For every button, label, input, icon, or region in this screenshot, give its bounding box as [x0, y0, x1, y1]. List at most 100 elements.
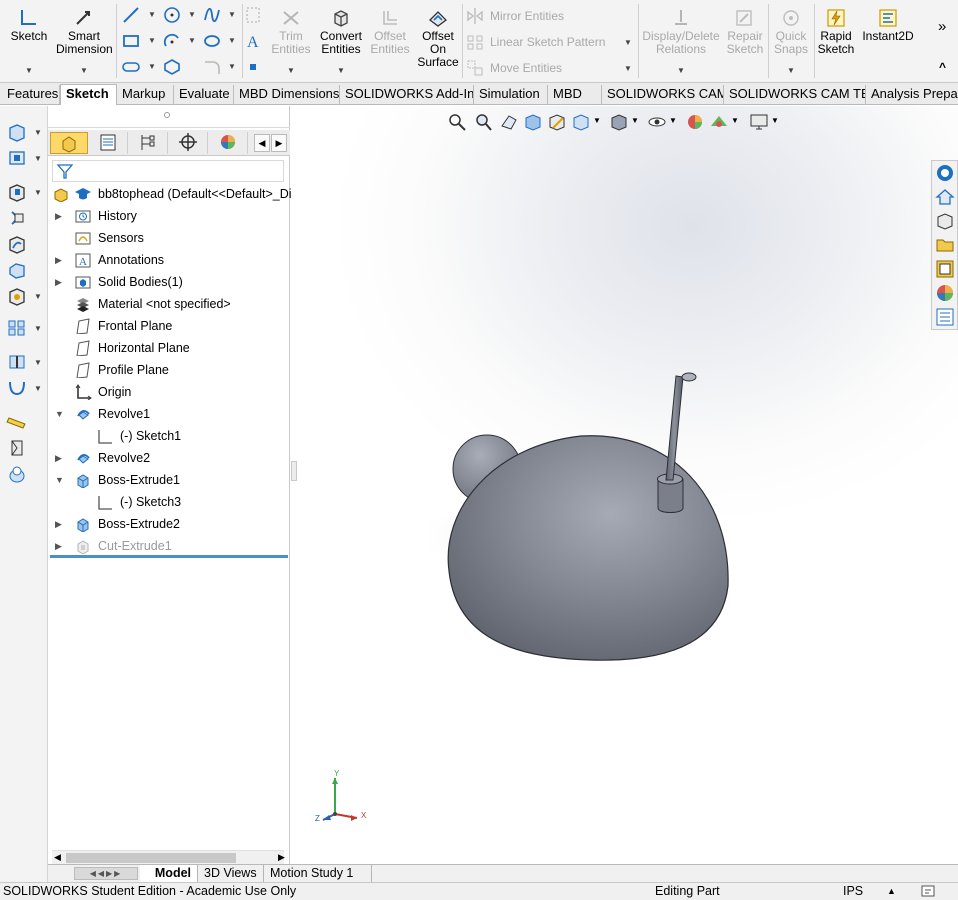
reference-geometry-icon[interactable] — [6, 438, 28, 458]
scrollbar-thumb[interactable] — [66, 853, 236, 863]
circle-icon[interactable] — [163, 6, 181, 24]
tab-navigation-arrows[interactable]: ◀◀▶▶ — [74, 867, 138, 880]
panel-collapse-handle[interactable] — [291, 461, 297, 481]
wrap-curve-icon[interactable] — [6, 378, 28, 398]
expand-arrow-icon[interactable]: ▶ — [55, 447, 62, 469]
curves-dropdown-icon[interactable]: ▼ — [34, 384, 42, 393]
trim-dropdown-icon[interactable]: ▼ — [287, 66, 295, 75]
rectangle-icon[interactable] — [122, 32, 140, 50]
display-manager-tab[interactable] — [210, 132, 248, 154]
solidworks-resources-icon[interactable] — [935, 163, 955, 183]
rapid-sketch-button[interactable]: Rapid Sketch — [816, 8, 856, 56]
scroll-right-arrow-icon[interactable]: ▶ — [278, 852, 285, 863]
tree-item-frontal-plane[interactable]: Frontal Plane — [48, 315, 290, 337]
tree-item-boss-extrude2[interactable]: ▶ Boss-Extrude2 — [48, 513, 290, 535]
home-icon[interactable] — [935, 187, 955, 207]
fillet-feature-icon[interactable] — [6, 286, 28, 306]
tree-item-sensors[interactable]: Sensors — [48, 227, 290, 249]
collapse-arrow-icon[interactable]: ▼ — [55, 469, 64, 491]
slot-icon[interactable] — [122, 58, 140, 76]
tree-item-profile-plane[interactable]: Profile Plane — [48, 359, 290, 381]
collapse-arrow-icon[interactable]: ▼ — [55, 403, 64, 425]
unit-system-arrow-icon[interactable]: ▲ — [887, 883, 896, 900]
tabs-scroll-left-button[interactable]: ◀ — [254, 134, 270, 152]
rectangle-dropdown-icon[interactable]: ▼ — [148, 36, 156, 45]
tab-model[interactable]: Model — [140, 865, 198, 882]
line-dropdown-icon[interactable]: ▼ — [148, 10, 156, 19]
tab-solidworks-cam[interactable]: SOLIDWORKS CAM — [602, 85, 724, 105]
smart-dimension-dropdown-icon[interactable]: ▼ — [80, 66, 88, 75]
extruded-cut-icon[interactable] — [6, 182, 28, 202]
sketch-dropdown-icon[interactable]: ▼ — [25, 66, 33, 75]
linear-pattern-feature-icon[interactable] — [6, 318, 28, 338]
ellipse-icon[interactable] — [203, 32, 221, 50]
construction-geometry-icon[interactable] — [244, 6, 262, 24]
tree-item-revolve1[interactable]: ▼ Revolve1 — [48, 403, 290, 425]
tab-evaluate[interactable]: Evaluate — [174, 85, 234, 105]
boundary-dropdown-icon[interactable]: ▼ — [34, 154, 42, 163]
more-commands-button[interactable]: » — [938, 18, 946, 35]
unit-system-button[interactable]: IPS — [843, 883, 863, 900]
spline-dropdown-icon[interactable]: ▼ — [228, 10, 236, 19]
tree-item-cut-extrude1[interactable]: ▶ Cut-Extrude1 — [48, 535, 290, 557]
trim-entities-button[interactable]: Trim Entities — [268, 8, 314, 56]
extruded-boss-dropdown-icon[interactable]: ▼ — [34, 128, 42, 137]
design-library-icon[interactable] — [935, 211, 955, 231]
tab-motion-study-1[interactable]: Motion Study 1 — [264, 865, 372, 882]
rebuild-status-icon[interactable] — [920, 884, 938, 899]
expand-arrow-icon[interactable]: ▶ — [55, 535, 62, 557]
dimxpert-manager-tab[interactable] — [170, 132, 208, 154]
repair-sketch-button[interactable]: Repair Sketch — [724, 8, 766, 56]
arc-dropdown-icon[interactable]: ▼ — [188, 36, 196, 45]
rib-icon[interactable] — [6, 352, 28, 372]
tab-features[interactable]: Features — [2, 85, 60, 105]
arc-icon[interactable] — [163, 32, 181, 50]
quick-snaps-button[interactable]: Quick Snaps — [770, 8, 812, 56]
tree-item-material-not-specified[interactable]: Material <not specified> — [48, 293, 290, 315]
linear-pattern-dropdown-icon[interactable]: ▼ — [624, 38, 632, 47]
file-explorer-icon[interactable] — [935, 235, 955, 255]
fillet-icon[interactable] — [203, 58, 221, 76]
expand-arrow-icon[interactable]: ▶ — [55, 205, 62, 227]
measure-icon[interactable] — [6, 412, 28, 432]
fillet-dropdown-icon[interactable]: ▼ — [228, 62, 236, 71]
appearances-icon[interactable] — [935, 283, 955, 303]
tree-item-horizontal-plane[interactable]: Horizontal Plane — [48, 337, 290, 359]
collapse-ribbon-button[interactable]: ^ — [939, 60, 946, 74]
spline-icon[interactable] — [203, 6, 221, 24]
tree-item-boss-extrude1[interactable]: ▼ Boss-Extrude1 — [48, 469, 290, 491]
view-palette-icon[interactable] — [935, 259, 955, 279]
property-manager-tab[interactable] — [90, 132, 128, 154]
instant2d-button[interactable]: Instant2D — [860, 8, 916, 43]
expand-arrow-icon[interactable]: ▶ — [55, 513, 62, 535]
polygon-icon[interactable] — [163, 58, 181, 76]
tab-markup[interactable]: Markup — [117, 85, 174, 105]
tabs-scroll-right-button[interactable]: ▶ — [271, 134, 287, 152]
tab-solidworks-cam-tbm[interactable]: SOLIDWORKS CAM TBM — [724, 85, 866, 105]
convert-entities-button[interactable]: Convert Entities — [316, 8, 366, 56]
lofted-cut-icon[interactable] — [6, 260, 28, 280]
expand-arrow-icon[interactable]: ▶ — [55, 249, 62, 271]
tree-item-sketch3[interactable]: (-) Sketch3 — [48, 491, 290, 513]
extruded-boss-icon[interactable] — [6, 122, 28, 142]
rib-dropdown-icon[interactable]: ▼ — [34, 358, 42, 367]
linear-sketch-pattern-button[interactable]: Linear Sketch Pattern — [490, 35, 605, 49]
move-entities-button[interactable]: Move Entities — [490, 61, 562, 75]
feature-tree-horizontal-scrollbar[interactable]: ◀ ▶ — [52, 850, 285, 864]
tab-sketch[interactable]: Sketch — [60, 84, 117, 105]
tree-item-origin[interactable]: Origin — [48, 381, 290, 403]
slot-dropdown-icon[interactable]: ▼ — [148, 62, 156, 71]
tab-analysis-preparation[interactable]: Analysis Prepar... — [866, 85, 958, 105]
boundary-boss-icon[interactable] — [6, 148, 28, 168]
tree-item-annotations[interactable]: ▶ A Annotations — [48, 249, 290, 271]
swept-cut-icon[interactable] — [6, 234, 28, 254]
feature-tree-tab[interactable] — [50, 132, 88, 154]
expand-arrow-icon[interactable]: ▶ — [55, 271, 62, 293]
circle-dropdown-icon[interactable]: ▼ — [188, 10, 196, 19]
ellipse-dropdown-icon[interactable]: ▼ — [228, 36, 236, 45]
convert-dropdown-icon[interactable]: ▼ — [337, 66, 345, 75]
offset-on-surface-button[interactable]: Offset On Surface — [416, 8, 460, 69]
tree-root-part[interactable]: bb8tophead (Default<<Default>_Di — [48, 183, 292, 205]
model-bb8-top-head[interactable] — [291, 106, 931, 864]
relations-dropdown-icon[interactable]: ▼ — [677, 66, 685, 75]
